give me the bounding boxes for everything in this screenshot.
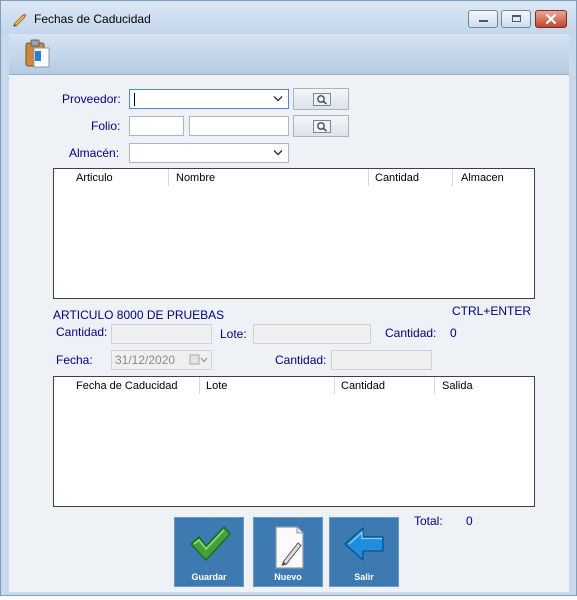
- window-title: Fechas de Caducidad: [34, 12, 151, 26]
- search-proveedor-button[interactable]: [293, 88, 349, 110]
- folio-label: Folio:: [91, 119, 121, 133]
- column-divider[interactable]: [368, 169, 369, 186]
- fechas-caducidad-window: Fechas de Caducidad Proveedor: Folio: Al…: [0, 0, 577, 596]
- chevron-down-icon: [273, 96, 283, 102]
- column-header-almacen[interactable]: Almacen: [461, 169, 504, 187]
- column-header-articulo[interactable]: Articulo: [76, 169, 113, 187]
- form-client-area: Proveedor: Folio: Almacén: Articulo Nomb…: [9, 34, 569, 592]
- column-header-nombre[interactable]: Nombre: [176, 169, 215, 187]
- maximize-icon: [512, 15, 521, 22]
- back-arrow-icon: [344, 527, 384, 561]
- column-divider[interactable]: [434, 377, 435, 394]
- column-header-fecha-caducidad[interactable]: Fecha de Caducidad: [76, 377, 178, 395]
- pencil-icon: [13, 13, 27, 27]
- cantidad-label: Cantidad:: [56, 325, 108, 339]
- magnifier-icon: [313, 93, 331, 106]
- shortcut-hint: CTRL+ENTER: [452, 304, 532, 318]
- fecha-label: Fecha:: [56, 353, 93, 367]
- close-icon: [545, 13, 557, 25]
- search-folio-button[interactable]: [293, 115, 349, 137]
- almacen-label: Almacén:: [69, 146, 120, 160]
- clipboard-icon[interactable]: [23, 38, 53, 70]
- new-document-icon: [275, 526, 304, 569]
- checkmark-icon: [190, 526, 231, 561]
- fecha-date-picker[interactable]: 31/12/2020: [111, 350, 212, 370]
- guardar-button[interactable]: Guardar: [174, 517, 244, 587]
- column-header-cantidad[interactable]: Cantidad: [341, 377, 385, 395]
- fecha-value: 31/12/2020: [115, 353, 176, 367]
- guardar-label: Guardar: [191, 572, 227, 582]
- folio-input-2[interactable]: [189, 116, 289, 136]
- column-divider[interactable]: [199, 377, 200, 394]
- text-caret: [134, 93, 135, 106]
- lots-table[interactable]: Fecha de Caducidad Lote Cantidad Salida: [53, 376, 535, 507]
- total-value: 0: [466, 514, 473, 528]
- column-header-salida[interactable]: Salida: [442, 377, 473, 395]
- minimize-button[interactable]: [468, 10, 498, 28]
- chevron-down-icon: [273, 150, 283, 156]
- nuevo-button[interactable]: Nuevo: [253, 517, 323, 587]
- article-title: ARTICULO 8000 DE PRUEBAS: [53, 308, 225, 322]
- magnifier-icon: [313, 120, 331, 133]
- cantidad-total-label: Cantidad:: [385, 326, 437, 340]
- proveedor-combobox[interactable]: [129, 89, 289, 109]
- nuevo-label: Nuevo: [274, 572, 302, 582]
- close-button[interactable]: [535, 10, 567, 28]
- articles-table[interactable]: Articulo Nombre Cantidad Almacen: [53, 168, 535, 299]
- total-label: Total:: [414, 514, 443, 528]
- cantidad-total-value: 0: [450, 326, 457, 340]
- lote-input[interactable]: [253, 324, 371, 344]
- calendar-dropdown-icon: [189, 354, 208, 365]
- minimize-icon: [479, 20, 488, 22]
- proveedor-label: Proveedor:: [62, 92, 121, 106]
- cantidad2-input[interactable]: [331, 350, 432, 370]
- almacen-combobox[interactable]: [129, 143, 289, 163]
- column-divider[interactable]: [334, 377, 335, 394]
- title-bar[interactable]: Fechas de Caducidad: [1, 1, 576, 34]
- column-header-cantidad[interactable]: Cantidad: [375, 169, 419, 187]
- salir-button[interactable]: Salir: [329, 517, 399, 587]
- folio-input-1[interactable]: [129, 116, 184, 136]
- salir-label: Salir: [354, 572, 374, 582]
- lote-label: Lote:: [220, 327, 247, 341]
- column-header-lote[interactable]: Lote: [206, 377, 227, 395]
- maximize-button[interactable]: [501, 10, 531, 28]
- column-divider[interactable]: [168, 169, 169, 186]
- cantidad-input[interactable]: [111, 324, 212, 344]
- cantidad2-label: Cantidad:: [275, 353, 327, 367]
- column-divider[interactable]: [452, 169, 453, 186]
- toolbar: [9, 34, 569, 75]
